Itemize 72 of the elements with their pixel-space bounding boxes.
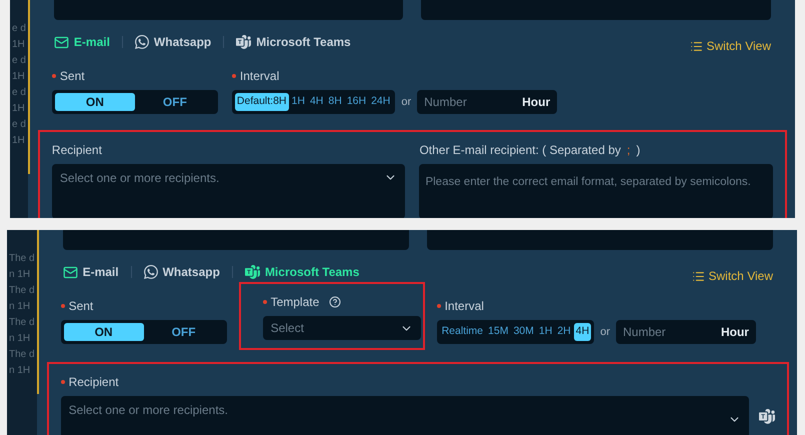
interval-option[interactable]: 16H bbox=[344, 93, 368, 111]
interval-option[interactable]: 2H bbox=[555, 323, 573, 341]
help-icon[interactable] bbox=[329, 296, 342, 308]
field-label-end: ) bbox=[636, 142, 640, 159]
envelope-icon bbox=[62, 264, 78, 280]
interval-option[interactable]: 8H bbox=[326, 93, 344, 111]
channel-tab[interactable]: E-mail bbox=[54, 33, 110, 51]
on-off-switch[interactable]: ON OFF bbox=[52, 90, 218, 114]
field-label: Interval bbox=[240, 68, 280, 85]
interval-option[interactable]: 1H bbox=[290, 93, 307, 111]
or-text: or bbox=[401, 94, 412, 110]
field-label: Sent bbox=[68, 298, 94, 315]
interval-option[interactable]: Default:8H bbox=[234, 93, 289, 111]
unit-text: Hour bbox=[522, 94, 550, 111]
field-label: Interval bbox=[444, 298, 484, 315]
switch-view-link[interactable]: Switch View bbox=[692, 267, 773, 285]
chat-bubble-icon bbox=[144, 265, 158, 279]
recipient-select[interactable]: Select one or more recipients. bbox=[60, 396, 749, 435]
recipient-select[interactable]: Select one or more recipients. bbox=[52, 164, 406, 218]
switch-option[interactable]: OFF bbox=[144, 323, 224, 341]
side-text: n 1H bbox=[9, 332, 32, 346]
list-icon bbox=[692, 270, 705, 282]
channel-tab[interactable]: E-mail bbox=[62, 263, 119, 281]
side-text: 1H bbox=[12, 70, 26, 84]
number-input[interactable]: Number Hour bbox=[417, 90, 558, 114]
side-text: n 1H bbox=[9, 300, 32, 314]
channel-tab[interactable]: Whatsapp bbox=[144, 263, 220, 281]
channel-tab[interactable]: Whatsapp bbox=[134, 33, 212, 51]
interval-option[interactable]: 4H bbox=[308, 93, 326, 111]
switch-option[interactable]: ON bbox=[64, 323, 144, 341]
side-text: n 1H bbox=[9, 364, 32, 378]
separator-mark: ; bbox=[626, 142, 632, 159]
unit-text: Hour bbox=[720, 324, 749, 341]
field-label: Template bbox=[270, 294, 320, 311]
field-label: Recipient bbox=[68, 374, 119, 391]
side-text: n 1H bbox=[9, 268, 32, 282]
interval-option[interactable]: 30M bbox=[511, 323, 536, 341]
people-icon bbox=[236, 34, 252, 50]
switch-option[interactable]: OFF bbox=[134, 93, 215, 111]
number-input[interactable]: Number Hour bbox=[616, 320, 756, 344]
interval-option[interactable]: 1H bbox=[536, 323, 554, 341]
switch-option[interactable]: ON bbox=[54, 93, 135, 111]
field-label: Sent bbox=[60, 68, 85, 85]
interval-option[interactable]: 4H bbox=[574, 323, 592, 341]
side-text: The d bbox=[9, 348, 35, 362]
envelope-icon bbox=[54, 34, 69, 50]
side-text: 1H bbox=[12, 102, 26, 116]
on-off-switch[interactable]: ON OFF bbox=[60, 320, 227, 344]
side-text: The d bbox=[9, 284, 35, 298]
switch-view-link[interactable]: Switch View bbox=[690, 37, 771, 55]
chat-bubble-icon bbox=[134, 35, 149, 49]
side-text: The d bbox=[9, 252, 35, 266]
field-label: Other E-mail recipient: ( Separated by bbox=[419, 142, 621, 159]
side-text: e d bbox=[12, 22, 26, 36]
channel-tab[interactable]: Microsoft Teams bbox=[244, 263, 360, 281]
interval-option[interactable]: 15M bbox=[486, 323, 510, 341]
side-text: 1H bbox=[12, 38, 26, 52]
or-text: or bbox=[600, 324, 610, 340]
side-text: The d bbox=[9, 316, 35, 330]
list-icon bbox=[690, 40, 703, 52]
people-icon[interactable] bbox=[759, 409, 775, 425]
side-text: e d bbox=[12, 118, 26, 132]
side-text: e d bbox=[12, 54, 26, 68]
channel-tab[interactable]: Microsoft Teams bbox=[236, 33, 351, 51]
interval-option[interactable]: Realtime bbox=[440, 323, 486, 341]
people-icon bbox=[244, 264, 260, 280]
field-label: Recipient bbox=[52, 142, 102, 159]
interval-option[interactable]: 24H bbox=[369, 93, 392, 111]
email-textarea[interactable]: Please enter the correct email format, separated by semicolons. bbox=[419, 164, 773, 218]
side-text: e d bbox=[12, 86, 26, 100]
template-select[interactable]: Select bbox=[262, 316, 421, 340]
side-text: 1H bbox=[12, 134, 26, 148]
